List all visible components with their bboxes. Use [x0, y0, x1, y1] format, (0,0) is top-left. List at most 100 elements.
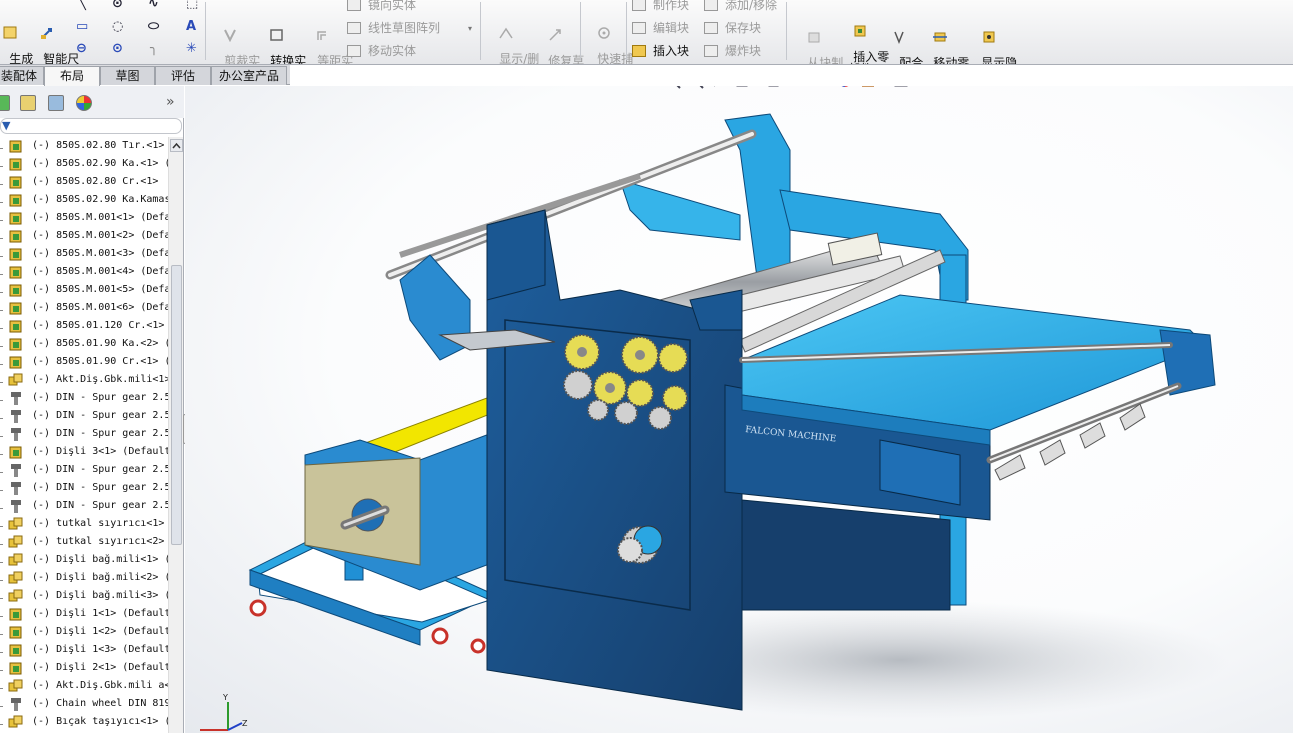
tree-item[interactable]: (-) 850S.M.001<1> (Defa	[0, 209, 168, 227]
tree-item[interactable]: (-) Dişli bağ.mili<2> (	[0, 569, 168, 587]
tree-connector	[0, 161, 3, 167]
quick-snap-label: 快速捕 捉	[597, 52, 634, 65]
tree-item[interactable]: (-) tutkal sıyırıcı<1> (De	[0, 515, 168, 533]
tree-item[interactable]: (-) Akt.Diş.Gbk.mili<1>	[0, 371, 168, 389]
part-icon	[8, 301, 24, 315]
ellipse-icon[interactable]: ⬭	[148, 20, 159, 33]
save-block-button[interactable]: 保存块	[704, 21, 761, 35]
config-manager-tab-icon[interactable]	[48, 95, 64, 111]
tree-filter-input[interactable]: ▼	[0, 118, 182, 134]
tab-layout[interactable]: 布局	[44, 66, 100, 86]
tree-connector	[0, 215, 3, 221]
tree-item[interactable]: (-) Chain wheel DIN 819	[0, 695, 168, 713]
tree-item-label: (-) Akt.Diş.Gbk.mili<1>	[32, 374, 168, 385]
show-hidden-components-button[interactable]: 显示隐 藏的零 部件	[966, 6, 1017, 64]
machine-model[interactable]: FALCON MACHINE	[185, 86, 1293, 733]
tree-item[interactable]: (-) 850S.M.001<6> (Defa	[0, 299, 168, 317]
tree-item[interactable]: (-) 850S.M.001<5> (Defa	[0, 281, 168, 299]
mate-button[interactable]: 配合	[884, 6, 923, 64]
tree-connector	[0, 143, 3, 149]
graphics-viewport[interactable]: ▾ ▾ ▾ ▾ ▾	[185, 86, 1293, 733]
text-icon[interactable]: A	[186, 20, 196, 33]
feature-manager-panel: » ▼ (-) 850S.02.80 Tır.<1> (-) 850S.02.90…	[0, 86, 184, 733]
point-icon[interactable]: ⬚	[186, 0, 198, 10]
insert-part-button[interactable]: 插入零 部件	[838, 0, 889, 64]
insert-block-button[interactable]: 插入块	[632, 44, 689, 58]
show-delete-relations-button[interactable]: 显示/删 除几...	[484, 2, 539, 64]
tree-scrollbar[interactable]	[168, 137, 183, 733]
convert-entity-button[interactable]: 转换实 体引用	[255, 4, 306, 64]
toolbox-part-icon	[8, 481, 24, 495]
tree-connector	[0, 665, 3, 671]
tree-item[interactable]: (-) DIN - Spur gear 2.5	[0, 479, 168, 497]
spline-icon[interactable]: ∿	[148, 0, 159, 10]
tree-item[interactable]: (-) 850S.02.90 Ka.Kamas	[0, 191, 168, 209]
add-remove-label: 添加/移除	[725, 0, 778, 12]
tree-item-label: (-) Dişli 3<1> (Default	[32, 446, 168, 457]
edit-block-button[interactable]: 编辑块	[632, 21, 689, 35]
make-part-from-block-button[interactable]: 从块制 作零件	[792, 6, 843, 64]
tree-item[interactable]: (-) 850S.M.001<3> (Defa	[0, 245, 168, 263]
tab-office-products[interactable]: 办公室产品	[211, 66, 287, 85]
tree-connector	[0, 377, 3, 383]
subassembly-icon	[8, 373, 24, 387]
tree-item[interactable]: (-) DIN - Spur gear 2.5	[0, 389, 168, 407]
part-icon	[8, 337, 24, 351]
tree-item[interactable]: (-) DIN - Spur gear 2.5	[0, 407, 168, 425]
tree-item[interactable]: (-) 850S.02.90 Ka.<1> (	[0, 155, 168, 173]
trim-entity-button[interactable]: 剪裁实 体(T)	[209, 4, 260, 64]
linear-pattern-button[interactable]: 线性草图阵列	[347, 21, 440, 35]
property-manager-tab-icon[interactable]	[20, 95, 36, 111]
tree-item[interactable]: (-) 850S.01.90 Ka.<2> (	[0, 335, 168, 353]
construction-icon[interactable]: ✳	[186, 42, 197, 55]
tree-item[interactable]: (-) Akt.Diş.Gbk.mili a<	[0, 677, 168, 695]
tree-item[interactable]: (-) DIN - Spur gear 2.5	[0, 497, 168, 515]
linear-pattern-icon	[347, 22, 361, 34]
quick-snap-button[interactable]: 快速捕 捉	[582, 2, 633, 64]
tab-assembly[interactable]: 装配体	[0, 66, 44, 85]
tree-item[interactable]: (-) Dişli 1<3> (Default	[0, 641, 168, 659]
tree-item[interactable]: (-) 850S.01.90 Cr.<1> (	[0, 353, 168, 371]
tree-item[interactable]: (-) 850S.02.80 Tır.<1>	[0, 137, 168, 155]
tree-item[interactable]: (-) 850S.M.001<2> (Defa	[0, 227, 168, 245]
rectangle-icon[interactable]: ▭	[76, 20, 88, 33]
add-remove-button[interactable]: 添加/移除	[704, 0, 777, 12]
explode-block-button[interactable]: 爆炸块	[704, 44, 761, 58]
tree-item[interactable]: (-) Dişli 1<1> (Default	[0, 605, 168, 623]
circle-icon[interactable]: ⊙	[112, 0, 123, 10]
tree-item[interactable]: (-) Dişli 1<2> (Default	[0, 623, 168, 641]
tree-item-label: (-) 850S.02.90 Ka.<1> (	[32, 158, 168, 169]
tree-item[interactable]: (-) 850S.02.80 Cr.<1>	[0, 173, 168, 191]
tree-item[interactable]: (-) Bıçak taşıyıcı<1> (Def	[0, 713, 168, 731]
repair-sketch-button[interactable]: 修复草 图	[533, 4, 584, 64]
tree-item[interactable]: (-) 850S.01.120 Cr.<1>	[0, 317, 168, 335]
tab-sketch[interactable]: 草图	[100, 66, 155, 85]
feature-tree-tab-icon[interactable]	[0, 95, 10, 111]
tree-item[interactable]: (-) 850S.M.001<4> (Defa	[0, 263, 168, 281]
line-icon[interactable]: ╲	[78, 0, 86, 10]
make-block-button[interactable]: 制作块	[632, 0, 689, 12]
generate-layout-button[interactable]: 生成 布局	[0, 2, 33, 64]
arc-icon[interactable]: ◌	[112, 20, 123, 33]
tree-item[interactable]: (-) DIN - Spur gear 2.5	[0, 425, 168, 443]
tree-item[interactable]: (-) tutkal sıyırıcı<2> (De	[0, 533, 168, 551]
mirror-entity-button[interactable]: 镜向实体	[347, 0, 416, 12]
tab-evaluate[interactable]: 评估	[155, 66, 211, 85]
tree-item[interactable]: (-) DIN - Spur gear 2.5	[0, 461, 168, 479]
tree-item[interactable]: (-) Dişli 2<1> (Default	[0, 659, 168, 677]
part-icon	[8, 193, 24, 207]
scroll-thumb[interactable]	[171, 265, 182, 545]
offset-entity-button[interactable]: 等距实 体	[302, 4, 353, 64]
scroll-up-icon[interactable]	[170, 139, 183, 152]
slot-icon[interactable]: ⊖	[76, 42, 87, 55]
tree-item[interactable]: (-) Dişli bağ.mili<1> (	[0, 551, 168, 569]
display-manager-tab-icon[interactable]	[76, 95, 92, 111]
expand-panel-icon[interactable]: »	[166, 94, 175, 110]
move-entity-button[interactable]: 移动实体	[347, 44, 416, 58]
move-component-button[interactable]: 移动零 部件	[918, 6, 969, 64]
fillet-icon[interactable]: ╮	[150, 42, 158, 55]
tree-item[interactable]: (-) Dişli bağ.mili<3> (	[0, 587, 168, 605]
polygon-icon[interactable]: ⊙	[112, 42, 123, 55]
tree-item[interactable]: (-) Dişli 3<1> (Default	[0, 443, 168, 461]
tree-item-label: (-) 850S.02.80 Cr.<1>	[32, 176, 159, 187]
